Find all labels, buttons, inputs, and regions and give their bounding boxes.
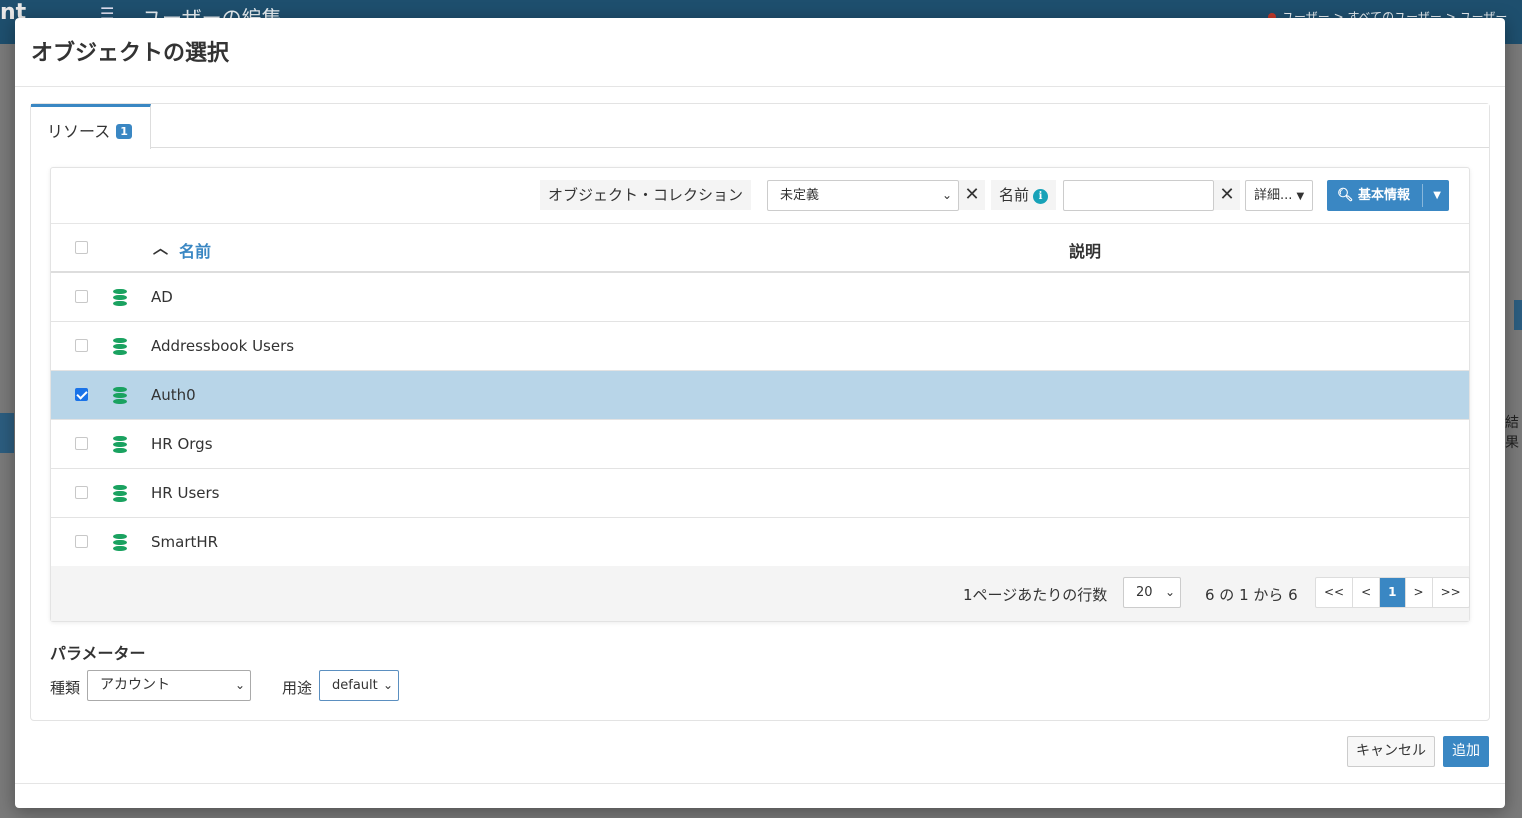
database-icon (113, 338, 127, 356)
column-header-description: 説明 (1069, 242, 1102, 261)
filter-bar: オブジェクト・コレクション 未定義 ⌄ ✕ 名前 i ✕ 詳細... ▼ 🔍︎ 基… (51, 168, 1469, 224)
collection-select-value: 未定義 (780, 188, 820, 203)
table-row[interactable]: AD (51, 273, 1469, 322)
first-page-button[interactable]: << (1316, 578, 1354, 607)
advanced-filter-label: 詳細... (1254, 188, 1293, 203)
table-row[interactable]: SmartHR (51, 518, 1469, 567)
chevron-down-icon: ⌄ (234, 678, 245, 692)
tab-bar: リソース 1 (31, 104, 1489, 149)
caret-down-icon: ▼ (1296, 191, 1305, 202)
parameters-title: パラメーター (50, 644, 146, 663)
object-list: オブジェクト・コレクション 未定義 ⌄ ✕ 名前 i ✕ 詳細... ▼ 🔍︎ 基… (50, 167, 1470, 622)
type-select[interactable]: アカウント ⌄ (87, 670, 251, 701)
current-page-button[interactable]: 1 (1380, 578, 1406, 607)
name-filter-input[interactable] (1063, 180, 1214, 211)
row-name: SmartHR (151, 533, 219, 551)
row-name: Addressbook Users (151, 337, 295, 355)
rows-per-page-label: 1ページあたりの行数 (963, 586, 1108, 604)
column-header-name[interactable]: 名前 (179, 238, 211, 262)
background-right-text: 結果 (1505, 415, 1519, 451)
rows-per-page-select[interactable]: 20 ⌄ (1123, 577, 1181, 608)
pager: << < 1 > >> (1315, 577, 1470, 608)
database-icon (113, 534, 127, 552)
table-row-selected[interactable]: Auth0 (51, 371, 1469, 420)
prev-page-button[interactable]: < (1353, 578, 1381, 607)
page-range-text: 6 の 1 から 6 (1205, 586, 1298, 604)
row-checkbox[interactable] (75, 437, 88, 450)
row-checkbox[interactable] (75, 290, 88, 303)
chevron-down-icon: ⌄ (941, 188, 952, 202)
select-object-dialog: オブジェクトの選択 リソース 1 オブジェクト・コレクション 未定義 ⌄ ✕ 名前… (15, 18, 1505, 808)
footer-divider (15, 783, 1505, 784)
split-divider (1422, 184, 1423, 207)
search-button[interactable]: 🔍︎ 基本情報 ▼ (1327, 180, 1449, 211)
database-icon (113, 485, 127, 503)
next-page-button[interactable]: > (1406, 578, 1433, 607)
row-name: HR Orgs (151, 435, 213, 453)
tab-count-badge: 1 (116, 124, 132, 139)
tab-resources[interactable]: リソース 1 (31, 104, 151, 149)
pagination-bar: 1ページあたりの行数 20 ⌄ 6 の 1 から 6 << < 1 > >> (51, 566, 1470, 621)
row-checkbox[interactable] (75, 388, 88, 401)
row-checkbox[interactable] (75, 339, 88, 352)
table-body: AD Addressbook Users Auth0 HR Orgs HR Us… (51, 273, 1469, 567)
use-label: 用途 (282, 679, 313, 697)
resource-panel: リソース 1 オブジェクト・コレクション 未定義 ⌄ ✕ 名前 i ✕ 詳細... … (30, 103, 1490, 721)
last-page-button[interactable]: >> (1433, 578, 1469, 607)
table-row[interactable]: HR Orgs (51, 420, 1469, 469)
clear-name-icon[interactable]: ✕ (1214, 180, 1240, 210)
row-name: Auth0 (151, 386, 196, 404)
caret-down-icon[interactable]: ▼ (1433, 180, 1441, 211)
row-name: HR Users (151, 484, 220, 502)
select-all-checkbox[interactable] (75, 241, 88, 254)
rows-per-page-value: 20 (1136, 585, 1153, 600)
row-name: AD (151, 288, 173, 306)
cancel-button[interactable]: キャンセル (1347, 736, 1435, 767)
chevron-down-icon: ⌄ (382, 678, 393, 692)
collection-select[interactable]: 未定義 ⌄ (767, 180, 959, 211)
row-checkbox[interactable] (75, 535, 88, 548)
search-icon: 🔍︎ (1337, 188, 1354, 203)
table-row[interactable]: Addressbook Users (51, 322, 1469, 371)
table-header: ︿ 名前 説明 (51, 224, 1469, 273)
use-select-value: default (332, 678, 378, 693)
database-icon (113, 387, 127, 405)
chevron-down-icon: ⌄ (1164, 585, 1175, 599)
sort-ascending-icon[interactable]: ︿ (153, 237, 168, 258)
background-right-button (1514, 300, 1522, 330)
dialog-header: オブジェクトの選択 (15, 18, 1505, 87)
type-label: 種類 (50, 679, 81, 697)
name-filter-label: 名前 i (991, 180, 1057, 210)
add-button[interactable]: 追加 (1443, 736, 1489, 767)
use-select[interactable]: default ⌄ (319, 670, 399, 701)
tab-label: リソース (47, 122, 111, 141)
row-checkbox[interactable] (75, 486, 88, 499)
collection-filter-label: オブジェクト・コレクション (540, 180, 752, 210)
type-select-value: アカウント (100, 677, 170, 693)
table-row[interactable]: HR Users (51, 469, 1469, 518)
dialog-title: オブジェクトの選択 (31, 41, 230, 66)
search-button-label: 基本情報 (1358, 188, 1411, 203)
database-icon (113, 436, 127, 454)
background-left-tab (0, 413, 14, 453)
name-filter-text: 名前 (999, 186, 1030, 204)
database-icon (113, 289, 127, 307)
clear-collection-icon[interactable]: ✕ (959, 180, 985, 210)
advanced-filter-button[interactable]: 詳細... ▼ (1245, 180, 1314, 211)
info-icon[interactable]: i (1033, 189, 1049, 204)
